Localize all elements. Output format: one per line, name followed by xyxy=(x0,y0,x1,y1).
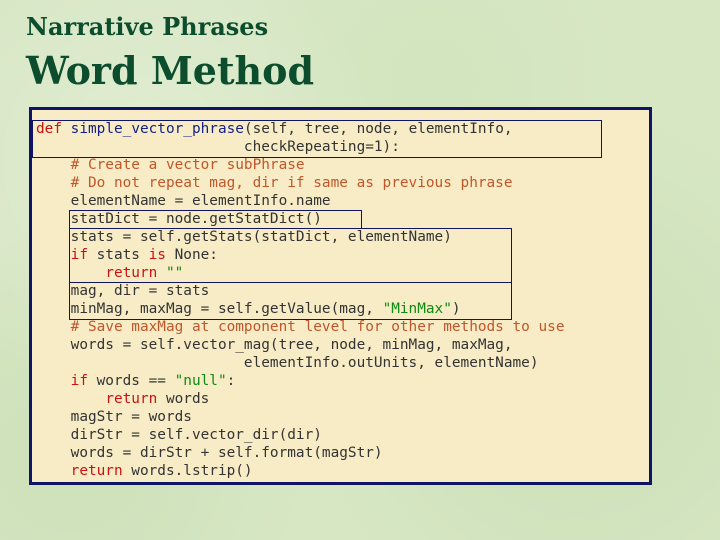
code-token: if xyxy=(70,373,88,389)
code-token: return xyxy=(70,463,123,479)
code-panel: def simple_vector_phrase(self, tree, nod… xyxy=(29,107,652,485)
code-line: return words.lstrip() xyxy=(36,462,565,480)
code-token: # Save maxMag at component level for oth… xyxy=(70,319,565,335)
code-line: if words == "null": xyxy=(36,372,565,390)
code-line: # Do not repeat mag, dir if same as prev… xyxy=(36,174,565,192)
code-token: words = self.vector_mag(tree, node, minM… xyxy=(36,337,513,353)
code-token: # Create a vector subPhrase xyxy=(70,157,305,173)
slide-title: Narrative Phrases xyxy=(26,12,269,41)
highlight-box-signature xyxy=(32,120,602,158)
code-token: words xyxy=(157,391,210,407)
code-token: "null" xyxy=(174,373,227,389)
code-token: # Do not repeat mag, dir if same as prev… xyxy=(70,175,513,191)
code-token: elementName = elementInfo.name xyxy=(36,193,331,209)
code-line: # Create a vector subPhrase xyxy=(36,156,565,174)
code-line: return words xyxy=(36,390,565,408)
highlight-box-stats-check xyxy=(69,228,512,283)
code-token: dirStr = self.vector_dir(dir) xyxy=(36,427,322,443)
code-line: elementName = elementInfo.name xyxy=(36,192,565,210)
code-token: words == xyxy=(87,373,175,389)
code-line: magStr = words xyxy=(36,408,565,426)
code-token: : xyxy=(226,373,236,389)
code-line: elementInfo.outUnits, elementName) xyxy=(36,354,565,372)
code-token: return xyxy=(105,391,158,407)
code-line: words = self.vector_mag(tree, node, minM… xyxy=(36,336,565,354)
highlight-box-minmax xyxy=(69,282,512,320)
code-token: words.lstrip() xyxy=(122,463,253,479)
code-token: elementInfo.outUnits, elementName) xyxy=(36,355,539,371)
highlight-box-statdict xyxy=(69,210,362,229)
code-line: # Save maxMag at component level for oth… xyxy=(36,318,565,336)
code-line: dirStr = self.vector_dir(dir) xyxy=(36,426,565,444)
slide-subtitle: Word Method xyxy=(26,48,315,93)
code-token: words = dirStr + self.format(magStr) xyxy=(36,445,383,461)
code-line: words = dirStr + self.format(magStr) xyxy=(36,444,565,462)
code-token: magStr = words xyxy=(36,409,192,425)
